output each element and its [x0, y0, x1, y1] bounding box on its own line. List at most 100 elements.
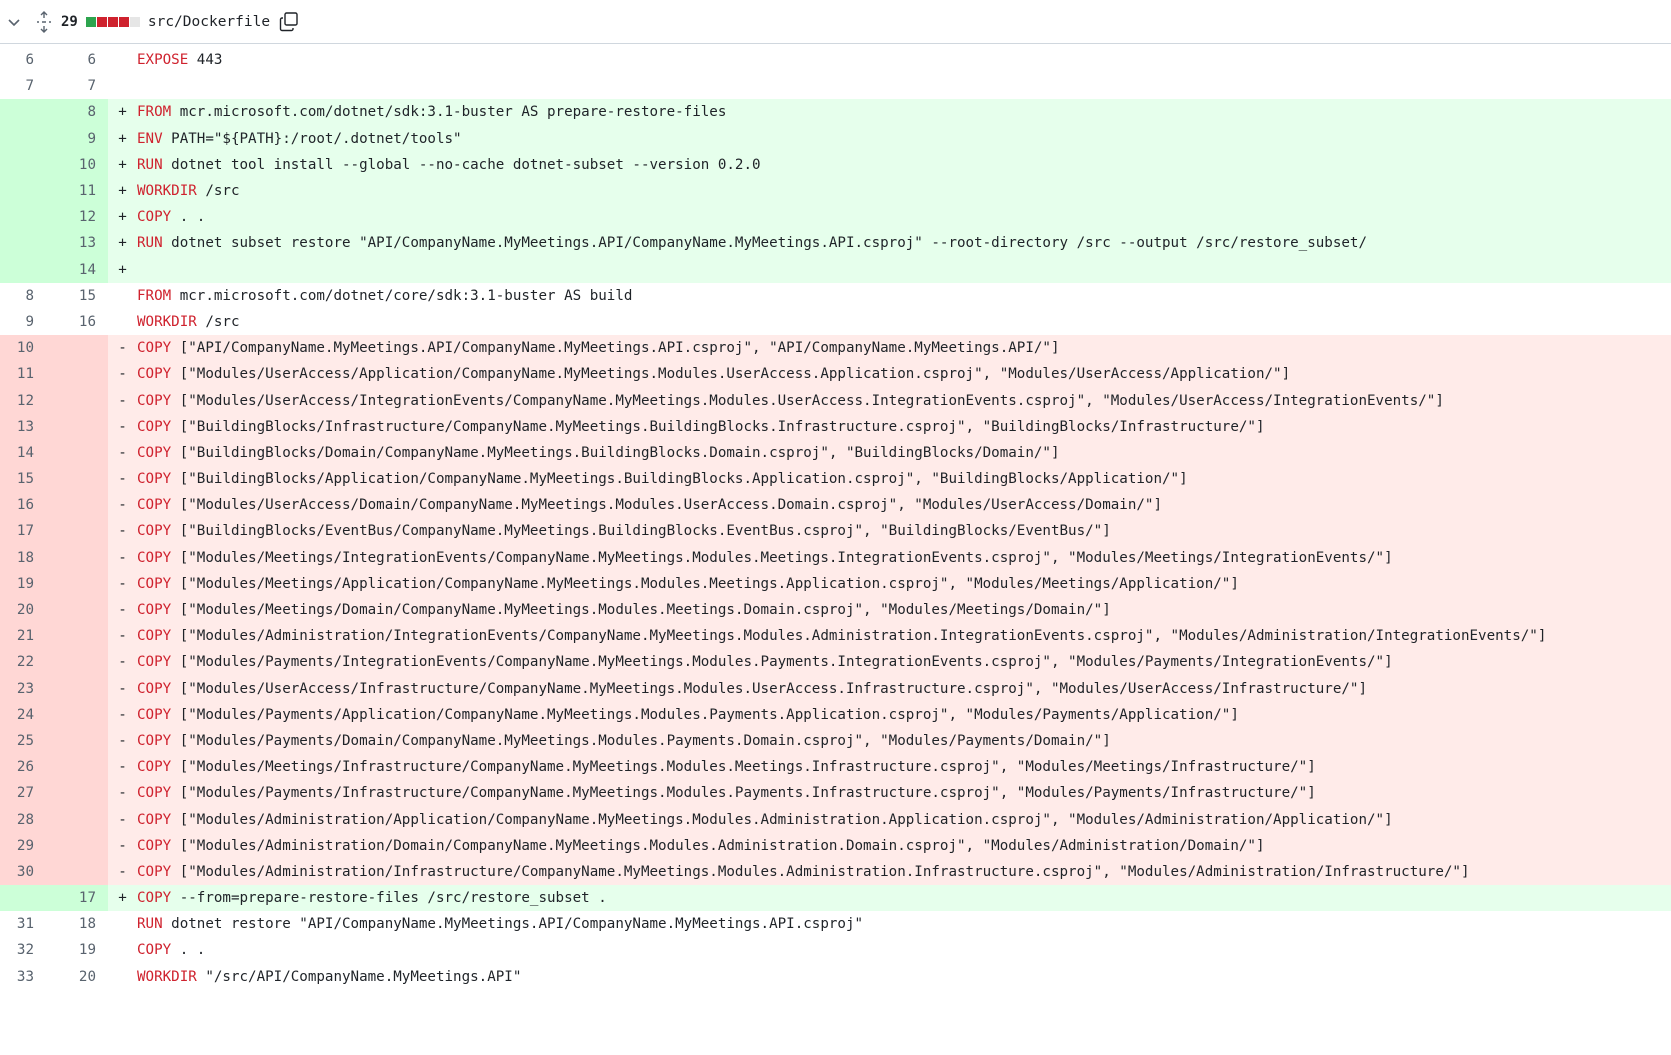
new-line-number[interactable]: 10 [54, 157, 108, 173]
code-text: EXPOSE 443 [137, 52, 1671, 68]
new-line-number[interactable]: 7 [54, 78, 108, 94]
new-line-number[interactable]: 20 [54, 969, 108, 985]
old-line-number[interactable]: 33 [0, 969, 54, 985]
old-line-number[interactable]: 27 [0, 785, 54, 801]
code-keyword: WORKDIR [137, 183, 197, 200]
old-line-number[interactable]: 18 [0, 550, 54, 566]
code-keyword: COPY [137, 575, 172, 592]
code-text: COPY ["Modules/UserAccess/Infrastructure… [137, 681, 1671, 697]
diff-marker [108, 78, 137, 94]
code-rest: ["Modules/UserAccess/Application/Company… [171, 366, 1291, 383]
code-keyword: RUN [137, 916, 163, 933]
old-line-number[interactable]: 28 [0, 812, 54, 828]
line-number-gutter: 9 [0, 125, 108, 152]
file-path: src/Dockerfile [147, 13, 271, 30]
old-line-number[interactable]: 25 [0, 733, 54, 749]
diff-marker: + [118, 104, 127, 121]
code-keyword: COPY [137, 680, 172, 697]
line-number-gutter: 13 [0, 413, 108, 440]
line-number-gutter: 17 [0, 518, 108, 545]
added-line: 10 + RUN dotnet tool install --global --no… [0, 151, 1671, 178]
old-line-number[interactable]: 22 [0, 654, 54, 670]
old-line-number[interactable]: 26 [0, 759, 54, 775]
new-line-number[interactable]: 15 [54, 288, 108, 304]
code-keyword: COPY [137, 418, 172, 435]
diff-marker: - [118, 759, 127, 776]
diff-marker: - [118, 366, 127, 383]
context-line: 77 [0, 73, 1671, 100]
diff-marker: - [118, 837, 127, 854]
context-line: 9 16 WORKDIR /src [0, 308, 1671, 336]
new-line-number[interactable]: 16 [54, 314, 108, 330]
code-keyword: COPY [137, 602, 172, 619]
old-line-number[interactable]: 10 [0, 340, 54, 356]
code-keyword: FROM [137, 104, 172, 121]
old-line-number[interactable]: 15 [0, 471, 54, 487]
diff-marker: + [118, 890, 127, 907]
deleted-line: 25 - COPY ["Modules/Payments/Domain/Compan… [0, 727, 1671, 755]
new-line-number[interactable]: 13 [54, 235, 108, 251]
old-line-number[interactable]: 6 [0, 52, 54, 68]
old-line-number[interactable]: 23 [0, 681, 54, 697]
code-text: RUN dotnet restore "API/CompanyName.MyMe… [137, 916, 1671, 932]
new-line-number[interactable]: 17 [54, 890, 108, 906]
code-text: COPY ["BuildingBlocks/Domain/CompanyName… [137, 445, 1671, 461]
old-line-number[interactable]: 20 [0, 602, 54, 618]
code-rest: ["Modules/Meetings/Infrastructure/Compan… [171, 759, 1316, 776]
old-line-number[interactable]: 24 [0, 707, 54, 723]
code-keyword: COPY [137, 209, 172, 226]
chevron-down-icon[interactable] [3, 11, 25, 33]
new-line-number[interactable]: 12 [54, 209, 108, 225]
old-line-number[interactable]: 11 [0, 366, 54, 382]
old-line-number[interactable]: 30 [0, 864, 54, 880]
new-line-number[interactable]: 8 [54, 104, 108, 120]
code-text: COPY ["Modules/Administration/Applicatio… [137, 812, 1671, 828]
code-text: WORKDIR /src [137, 314, 1671, 330]
diff-marker: - [118, 785, 127, 802]
deleted-line: 13 - COPY ["BuildingBlocks/Infrastructure/… [0, 413, 1671, 440]
old-line-number[interactable]: 9 [0, 314, 54, 330]
unfold-icon[interactable] [33, 10, 55, 33]
deleted-line: 12 - COPY ["Modules/UserAccess/Integration… [0, 387, 1671, 414]
code-keyword: COPY [137, 732, 172, 749]
old-line-number[interactable]: 8 [0, 288, 54, 304]
code-keyword: COPY [137, 366, 172, 383]
added-line: 12 + COPY . . [0, 204, 1671, 231]
new-line-number[interactable]: 18 [54, 916, 108, 932]
old-line-number[interactable]: 14 [0, 445, 54, 461]
code-text: FROM mcr.microsoft.com/dotnet/sdk:3.1-bu… [137, 104, 1671, 120]
old-line-number[interactable]: 19 [0, 576, 54, 592]
code-rest: dotnet tool install --global --no-cache … [162, 156, 761, 173]
old-line-number[interactable]: 31 [0, 916, 54, 932]
new-line-number[interactable]: 9 [54, 131, 108, 147]
code-keyword: COPY [137, 942, 172, 959]
new-line-number[interactable]: 6 [54, 52, 108, 68]
old-line-number[interactable]: 17 [0, 523, 54, 539]
code-rest: ["Modules/UserAccess/Domain/CompanyName.… [171, 497, 1162, 514]
new-line-number[interactable]: 11 [54, 183, 108, 199]
diffstat-square [107, 16, 118, 27]
new-line-number[interactable]: 19 [54, 942, 108, 958]
old-line-number[interactable]: 13 [0, 419, 54, 435]
old-line-number[interactable]: 16 [0, 497, 54, 513]
deleted-line: 26 - COPY ["Modules/Meetings/Infrastructur… [0, 754, 1671, 781]
code-text: COPY ["Modules/Payments/Domain/CompanyNa… [137, 733, 1671, 749]
new-line-number[interactable]: 14 [54, 262, 108, 278]
copy-icon[interactable] [278, 11, 300, 33]
old-line-number[interactable]: 32 [0, 942, 54, 958]
old-line-number[interactable]: 7 [0, 78, 54, 94]
code-keyword: COPY [137, 890, 172, 907]
line-number-gutter: 12 [0, 204, 108, 231]
old-line-number[interactable]: 12 [0, 393, 54, 409]
context-line: 8 15 FROM mcr.microsoft.com/dotnet/core/s… [0, 282, 1671, 309]
line-number-gutter: 26 [0, 754, 108, 781]
old-line-number[interactable]: 29 [0, 838, 54, 854]
code-keyword: RUN [137, 156, 163, 173]
code-text: COPY ["Modules/Meetings/Application/Comp… [137, 576, 1671, 592]
deleted-line: 17 - COPY ["BuildingBlocks/EventBus/Compan… [0, 518, 1671, 545]
code-text: COPY . . [137, 209, 1671, 225]
code-keyword: COPY [137, 837, 172, 854]
code-text: COPY ["Modules/Administration/Integratio… [137, 628, 1671, 644]
line-number-gutter: 23 [0, 675, 108, 702]
old-line-number[interactable]: 21 [0, 628, 54, 644]
